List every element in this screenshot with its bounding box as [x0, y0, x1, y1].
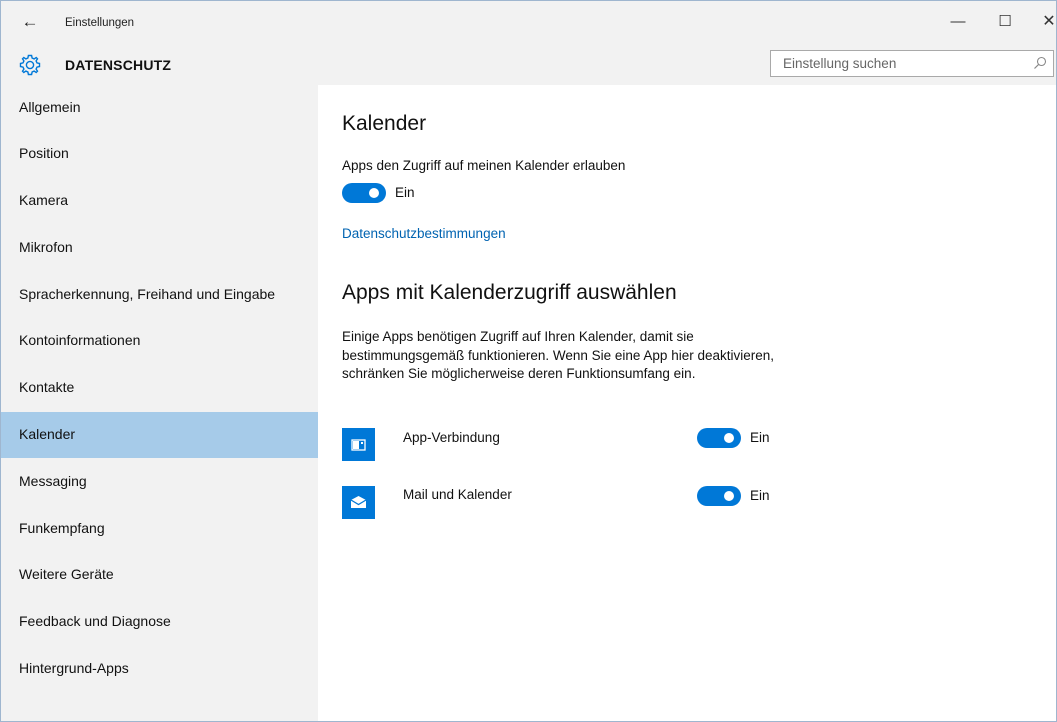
search-box[interactable] — [770, 50, 1054, 77]
sidebar-item-funkempfang[interactable]: Funkempfang — [1, 506, 318, 552]
minimize-button[interactable]: — — [938, 11, 978, 33]
search-icon[interactable] — [1033, 56, 1047, 70]
page-header: DATENSCHUTZ — [1, 45, 1056, 85]
sidebar-item-label: Feedback und Diagnose — [19, 613, 171, 629]
back-button[interactable]: ← — [19, 11, 41, 33]
sidebar-item-label: Mikrofon — [19, 239, 73, 255]
sidebar-item-kontoinformationen[interactable]: Kontoinformationen — [1, 318, 318, 364]
toggle-knob — [369, 188, 379, 198]
main-content: Kalender Apps den Zugriff auf meinen Kal… — [318, 85, 1056, 721]
close-button[interactable]: ✕ — [1029, 11, 1056, 33]
sidebar-item-mikrofon[interactable]: Mikrofon — [1, 225, 318, 271]
mail-glyph — [350, 496, 367, 508]
section-title: Kalender — [342, 112, 427, 135]
sidebar-item-weitere-geraete[interactable]: Weitere Geräte — [1, 552, 318, 598]
search-input[interactable] — [771, 51, 1033, 76]
sidebar-item-feedback[interactable]: Feedback und Diagnose — [1, 599, 318, 645]
sidebar-item-kalender[interactable]: Kalender — [1, 412, 318, 458]
sidebar-item-label: Messaging — [19, 473, 87, 489]
sidebar-item-label: Position — [19, 145, 69, 161]
sidebar-item-label: Weitere Geräte — [19, 566, 114, 582]
sidebar-item-label: Hintergrund-Apps — [19, 660, 129, 676]
toggle-state-label: Ein — [395, 185, 415, 200]
sidebar-item-label: Spracherkennung, Freihand und Eingabe — [19, 286, 276, 302]
sidebar-item-spracherkennung[interactable]: Spracherkennung, Freihand und Eingabe — [1, 272, 318, 318]
page-title: DATENSCHUTZ — [65, 57, 172, 73]
privacy-link[interactable]: Datenschutzbestimmungen — [342, 226, 506, 241]
sidebar-item-label: Allgemein — [19, 99, 81, 115]
title-bar: ← Einstellungen — ☐ ✕ — [1, 1, 1056, 45]
toggle-state-label: Ein — [750, 488, 770, 503]
apps-description: Einige Apps benötigen Zugriff auf Ihren … — [342, 329, 774, 381]
mail-calendar-toggle[interactable] — [697, 486, 741, 506]
window-title: Einstellungen — [65, 17, 135, 29]
sidebar-item-hintergrund-apps[interactable]: Hintergrund-Apps — [1, 646, 318, 692]
sidebar-item-label: Kontakte — [19, 379, 75, 395]
toggle-knob — [724, 433, 734, 443]
sidebar: Allgemein Position Kamera Mikrofon Sprac… — [1, 85, 318, 721]
sidebar-item-messaging[interactable]: Messaging — [1, 459, 318, 505]
sidebar-item-kontakte[interactable]: Kontakte — [1, 365, 318, 411]
toggle-knob — [724, 491, 734, 501]
mail-icon — [342, 486, 375, 519]
app-connector-glyph — [351, 439, 366, 451]
app-connector-icon — [342, 428, 375, 461]
app-name: Mail und Kalender — [403, 487, 512, 502]
app-name: App-Verbindung — [403, 430, 500, 445]
sidebar-item-position[interactable]: Position — [1, 131, 318, 177]
apps-section-title: Apps mit Kalenderzugriff auswählen — [342, 281, 677, 304]
sidebar-item-allgemein[interactable]: Allgemein — [1, 85, 318, 131]
sidebar-item-label: Kamera — [19, 192, 69, 208]
maximize-button[interactable]: ☐ — [985, 11, 1025, 33]
sidebar-item-label: Funkempfang — [19, 520, 105, 536]
calendar-access-toggle[interactable] — [342, 183, 386, 203]
sidebar-item-label: Kontoinformationen — [19, 332, 141, 348]
sidebar-item-label: Kalender — [19, 426, 76, 442]
gear-icon — [19, 54, 41, 76]
sidebar-item-kamera[interactable]: Kamera — [1, 178, 318, 224]
toggle-state-label: Ein — [750, 430, 770, 445]
access-label: Apps den Zugriff auf meinen Kalender erl… — [342, 158, 626, 173]
settings-window: ← Einstellungen — ☐ ✕ DATENSCHUTZ Allgem… — [0, 0, 1057, 722]
app-connector-toggle[interactable] — [697, 428, 741, 448]
